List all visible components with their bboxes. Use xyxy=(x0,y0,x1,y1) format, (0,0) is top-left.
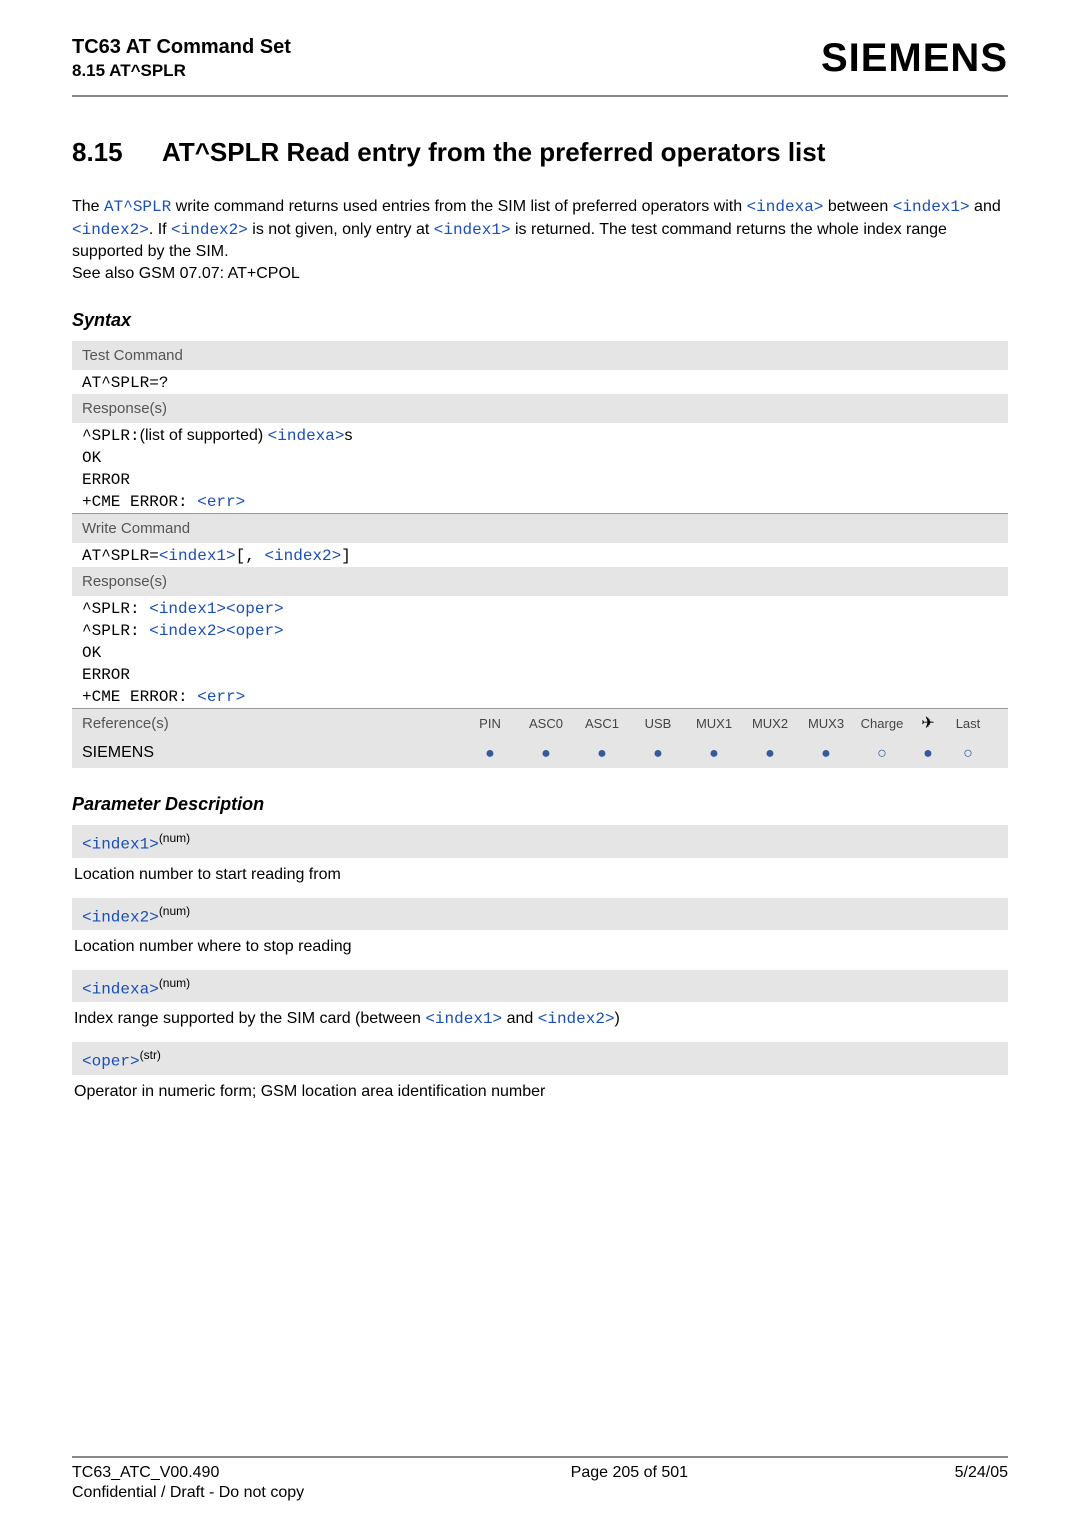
param-oper-desc: Operator in numeric form; GSM location a… xyxy=(72,1075,1008,1107)
cme-error-line: +CME ERROR: <err> xyxy=(72,686,1008,708)
dot-asc1 xyxy=(574,743,630,762)
footer-confidential: Confidential / Draft - Do not copy xyxy=(72,1484,304,1502)
reference-value-row: SIEMENS xyxy=(72,737,1008,768)
footer-left: TC63_ATC_V00.490 xyxy=(72,1464,304,1482)
ok-line: OK xyxy=(72,447,1008,469)
intro-paragraph: The AT^SPLR write command returns used e… xyxy=(72,196,1008,284)
section-number: 8.15 xyxy=(72,137,162,168)
reference-header-row: Reference(s) PIN ASC0 ASC1 USB MUX1 MUX2… xyxy=(72,709,1008,737)
see-also: See also GSM 07.07: AT+CPOL xyxy=(72,265,300,282)
section-title: 8.15AT^SPLR Read entry from the preferre… xyxy=(72,137,1008,168)
dot-mux1 xyxy=(686,743,742,762)
param-index2-name: <index2>(num) xyxy=(72,898,1008,930)
page-footer: TC63_ATC_V00.490 Confidential / Draft - … xyxy=(72,1456,1008,1502)
header-divider xyxy=(72,95,1008,97)
param-indexa-desc: Index range supported by the SIM card (b… xyxy=(72,1002,1008,1034)
param-ref-index2b: <index2> xyxy=(171,221,248,239)
test-command: AT^SPLR=? xyxy=(72,372,1008,394)
dot-asc0 xyxy=(518,743,574,762)
response-label: Response(s) xyxy=(72,394,1008,423)
footer-center: Page 205 of 501 xyxy=(304,1464,955,1502)
test-response-line: ^SPLR:(list of supported) <indexa>s xyxy=(72,425,1008,447)
dot-mux2 xyxy=(742,743,798,762)
param-index2-desc: Location number where to stop reading xyxy=(72,930,1008,962)
param-ref-indexa: <indexa> xyxy=(747,198,824,216)
write-command-label: Write Command xyxy=(72,514,1008,543)
write-response-label: Response(s) xyxy=(72,567,1008,596)
syntax-heading: Syntax xyxy=(72,310,1008,331)
brand-logo: SIEMENS xyxy=(821,36,1008,81)
param-oper-name: <oper>(str) xyxy=(72,1042,1008,1074)
dot-usb xyxy=(630,743,686,762)
error-line: ERROR xyxy=(72,664,1008,686)
section-ref: 8.15 AT^SPLR xyxy=(72,61,291,81)
reference-siemens: SIEMENS xyxy=(82,744,462,762)
param-index1-name: <index1>(num) xyxy=(72,825,1008,857)
write-command: AT^SPLR=<index1>[, <index2>] xyxy=(72,545,1008,567)
dot-last xyxy=(946,743,990,762)
write-response-2: ^SPLR: <index2><oper> xyxy=(72,620,1008,642)
write-response-1: ^SPLR: <index1><oper> xyxy=(72,598,1008,620)
product-name: TC63 AT Command Set xyxy=(72,36,291,59)
param-ref-index1: <index1> xyxy=(893,198,970,216)
footer-right: 5/24/05 xyxy=(955,1464,1008,1502)
dot-pin xyxy=(462,743,518,762)
parameter-description-heading: Parameter Description xyxy=(72,794,1008,815)
cmd-ref: AT^SPLR xyxy=(104,198,171,216)
error-line: ERROR xyxy=(72,469,1008,491)
airplane-icon xyxy=(910,713,946,733)
param-indexa-name: <indexa>(num) xyxy=(72,970,1008,1002)
dot-charge xyxy=(854,743,910,762)
page-header: TC63 AT Command Set 8.15 AT^SPLR SIEMENS xyxy=(72,36,1008,81)
reference-label: Reference(s) xyxy=(82,715,462,732)
ok-line: OK xyxy=(72,642,1008,664)
param-ref-index2: <index2> xyxy=(72,221,149,239)
section-heading: AT^SPLR Read entry from the preferred op… xyxy=(162,137,825,167)
param-index1-desc: Location number to start reading from xyxy=(72,858,1008,890)
cme-error-line: +CME ERROR: <err> xyxy=(72,491,1008,513)
dot-airplane xyxy=(910,743,946,762)
param-ref-index1b: <index1> xyxy=(434,221,511,239)
indicator-headers: PIN ASC0 ASC1 USB MUX1 MUX2 MUX3 Charge … xyxy=(462,713,998,733)
test-command-label: Test Command xyxy=(72,341,1008,370)
dot-mux3 xyxy=(798,743,854,762)
